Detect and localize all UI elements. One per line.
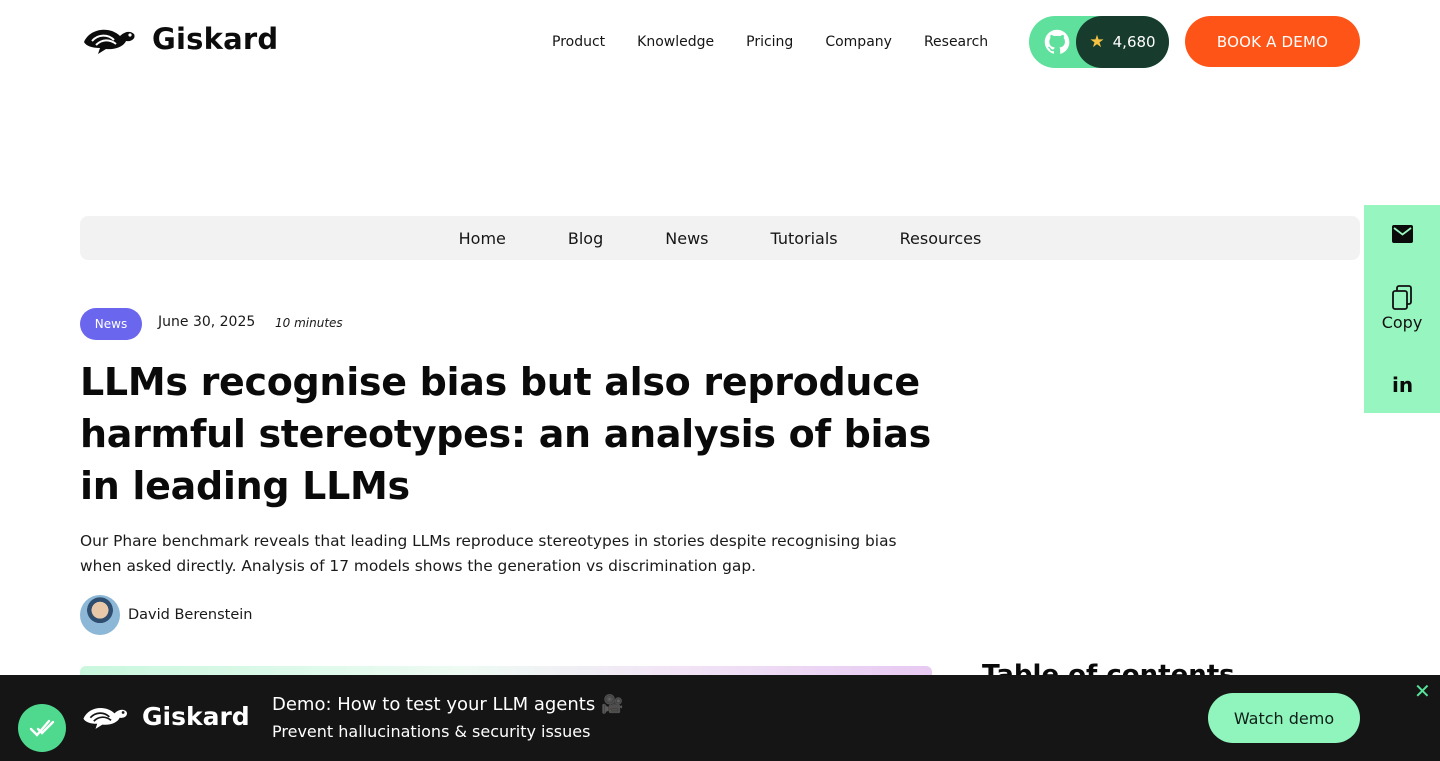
- subnav-news[interactable]: News: [634, 229, 739, 248]
- read-time: 10 minutes: [275, 316, 343, 330]
- article-lede: Our Phare benchmark reveals that leading…: [80, 532, 897, 575]
- subnav-resources[interactable]: Resources: [869, 229, 1013, 248]
- category-badge[interactable]: News: [80, 308, 142, 340]
- subnav-tutorials[interactable]: Tutorials: [739, 229, 868, 248]
- close-icon[interactable]: ✕: [1414, 681, 1431, 701]
- star-count-value: 4,680: [1112, 33, 1156, 51]
- nav-research[interactable]: Research: [908, 30, 1004, 54]
- brand-logo[interactable]: Giskard: [80, 22, 278, 56]
- double-check-icon: [29, 719, 55, 737]
- demo-banner: Giskard Demo: How to test your LLM agent…: [0, 675, 1440, 761]
- checkmark-badge-icon: [18, 704, 66, 752]
- author-name: David Berenstein: [128, 607, 253, 623]
- banner-subtitle: Prevent hallucinations & security issues: [272, 722, 591, 741]
- banner-title: Demo: How to test your LLM agents 🎥: [272, 694, 624, 715]
- github-icon: [1044, 29, 1070, 54]
- banner-brand-logo: Giskard: [80, 701, 250, 731]
- github-stars-button[interactable]: ★ 4,680: [1029, 16, 1169, 68]
- publish-date: June 30, 2025: [158, 314, 256, 330]
- subnav-blog[interactable]: Blog: [537, 229, 634, 248]
- nav-product[interactable]: Product: [536, 30, 621, 54]
- site-header: Giskard Product Knowledge Pricing Compan…: [0, 0, 1440, 84]
- subnav-home[interactable]: Home: [428, 229, 537, 248]
- linkedin-icon[interactable]: in: [1392, 373, 1413, 397]
- brand-name: Giskard: [152, 22, 279, 56]
- nav-company[interactable]: Company: [809, 30, 908, 54]
- turtle-logo-icon: [83, 708, 128, 729]
- github-star-count: ★ 4,680: [1076, 16, 1169, 68]
- blog-subnav: Home Blog News Tutorials Resources: [80, 216, 1360, 260]
- nav-pricing[interactable]: Pricing: [730, 30, 809, 54]
- watch-demo-button[interactable]: Watch demo: [1208, 693, 1360, 743]
- main-nav: Product Knowledge Pricing Company Resear…: [536, 30, 1004, 54]
- author-byline[interactable]: David Berenstein: [80, 595, 252, 635]
- copy-icon: [1392, 285, 1412, 310]
- banner-brand-name: Giskard: [142, 701, 250, 731]
- avatar: [80, 595, 120, 635]
- article-title: LLMs recognise bias but also reproduce h…: [80, 360, 931, 508]
- copy-link-button[interactable]: Copy: [1364, 285, 1440, 332]
- copy-label: Copy: [1381, 313, 1423, 332]
- mail-icon[interactable]: [1392, 225, 1413, 243]
- star-icon: ★: [1089, 32, 1105, 52]
- nav-knowledge[interactable]: Knowledge: [621, 30, 730, 54]
- book-demo-button[interactable]: BOOK A DEMO: [1185, 16, 1360, 67]
- share-rail: Copy in: [1364, 205, 1440, 413]
- turtle-logo-icon: [84, 29, 135, 54]
